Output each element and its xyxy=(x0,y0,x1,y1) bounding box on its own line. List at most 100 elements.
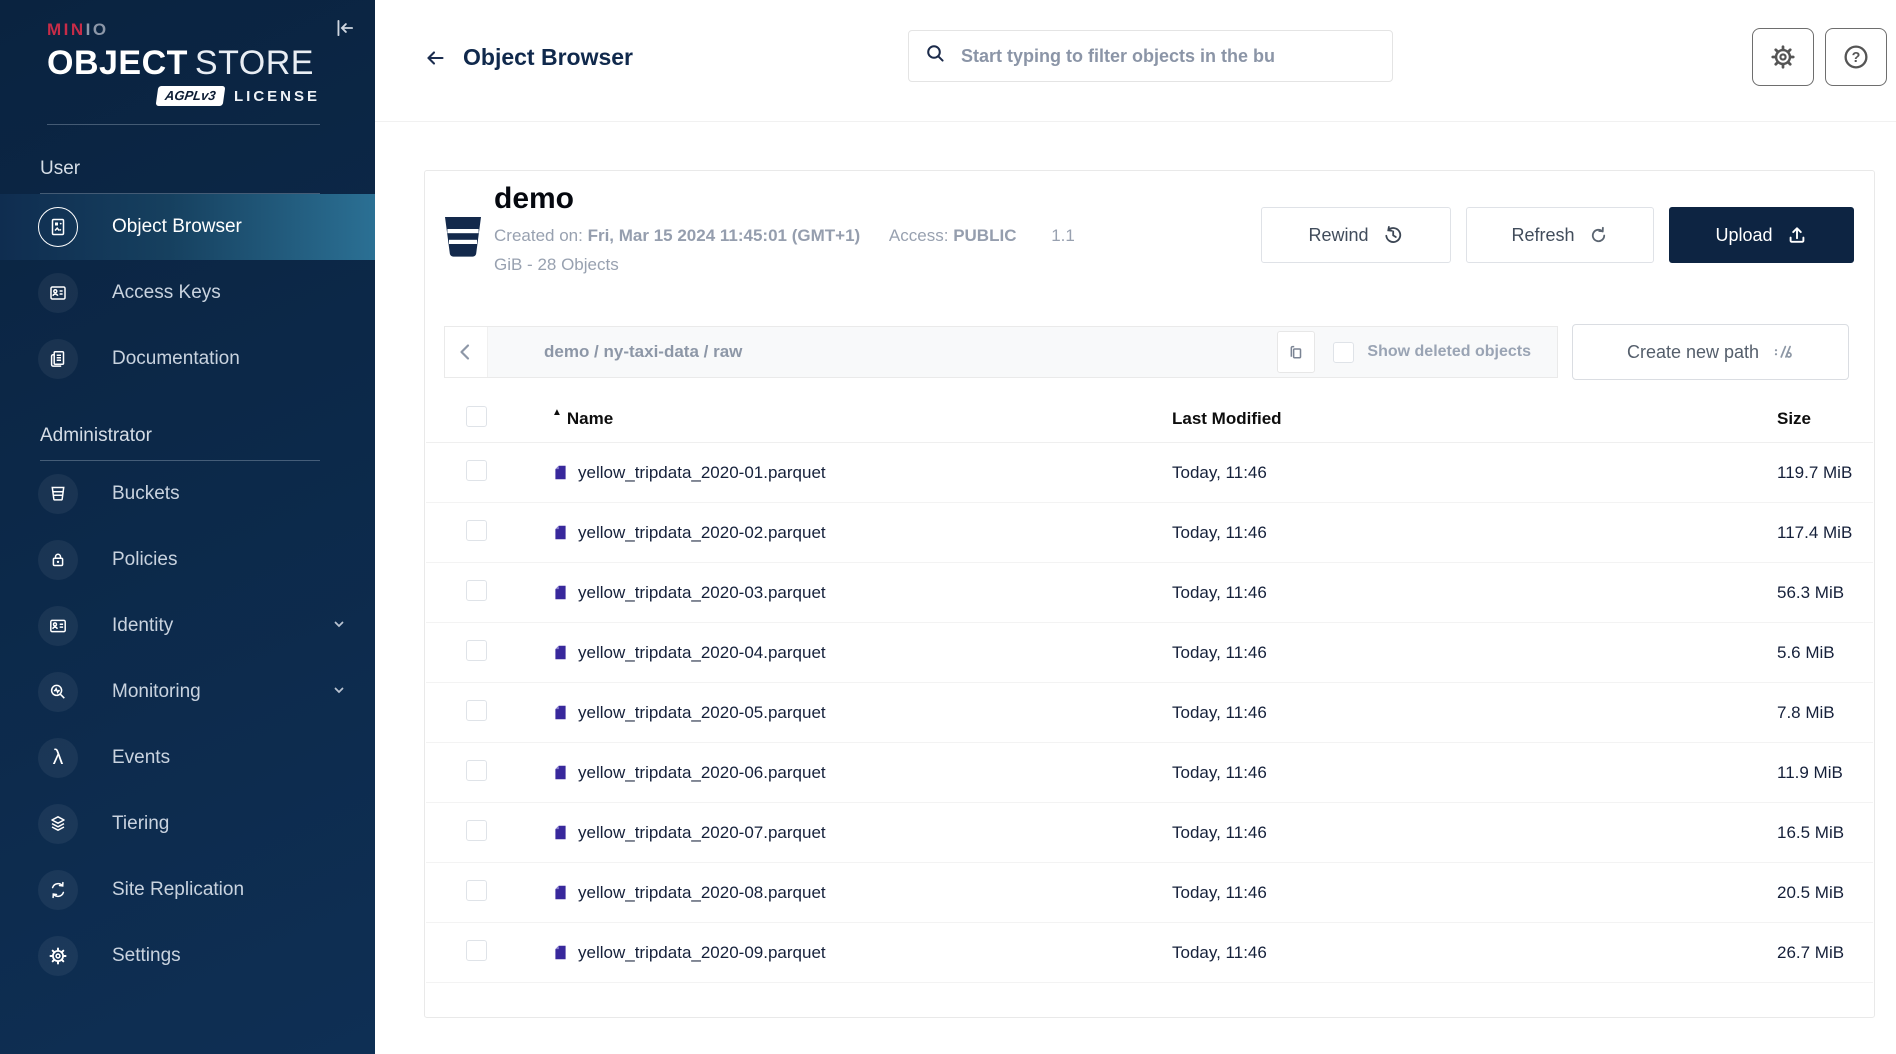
object-name[interactable]: yellow_tripdata_2020-02.parquet xyxy=(578,523,826,543)
select-all-checkbox[interactable] xyxy=(466,406,487,427)
object-modified: Today, 11:46 xyxy=(1146,523,1751,543)
product-name-bold: OBJECT xyxy=(47,44,188,82)
bucket-card: demo Created on: Fri, Mar 15 2024 11:45:… xyxy=(424,170,1875,1018)
sidebar-item-documentation[interactable]: Documentation xyxy=(0,326,375,392)
breadcrumb-back-button[interactable] xyxy=(445,327,488,377)
file-icon xyxy=(552,703,569,722)
object-size: 11.9 MiB xyxy=(1751,763,1873,783)
wordmark-gray: IO xyxy=(86,20,109,39)
column-header-size[interactable]: Size xyxy=(1751,409,1873,429)
help-button[interactable]: ? xyxy=(1825,28,1887,86)
object-modified: Today, 11:46 xyxy=(1146,643,1751,663)
file-icon xyxy=(552,943,569,962)
back-arrow-icon[interactable] xyxy=(423,47,447,69)
sidebar: MINIO OBJECTSTORE AGPLv3 LICENSE User Ob… xyxy=(0,0,375,1054)
sidebar-item-site-replication[interactable]: Site Replication xyxy=(0,857,375,923)
upload-label: Upload xyxy=(1715,225,1772,246)
row-checkbox[interactable] xyxy=(466,700,487,721)
sidebar-item-access-keys[interactable]: Access Keys xyxy=(0,260,375,326)
object-modified: Today, 11:46 xyxy=(1146,463,1751,483)
table-row[interactable]: yellow_tripdata_2020-08.parquet Today, 1… xyxy=(426,863,1873,923)
svg-text:?: ? xyxy=(1852,50,1861,66)
sidebar-item-tiering[interactable]: Tiering xyxy=(0,791,375,857)
object-name[interactable]: yellow_tripdata_2020-07.parquet xyxy=(578,823,826,843)
upload-button[interactable]: Upload xyxy=(1669,207,1854,263)
table-row[interactable]: yellow_tripdata_2020-07.parquet Today, 1… xyxy=(426,803,1873,863)
column-header-last-modified[interactable]: Last Modified xyxy=(1146,409,1751,429)
chevron-down-icon[interactable] xyxy=(331,682,347,703)
table-header: ▲ Name Last Modified Size xyxy=(426,395,1873,443)
table-row[interactable]: yellow_tripdata_2020-06.parquet Today, 1… xyxy=(426,743,1873,803)
show-deleted-toggle[interactable]: Show deleted objects xyxy=(1333,342,1531,363)
settings-button[interactable] xyxy=(1752,28,1814,86)
row-checkbox[interactable] xyxy=(466,880,487,901)
row-checkbox[interactable] xyxy=(466,460,487,481)
show-deleted-label: Show deleted objects xyxy=(1367,343,1531,361)
row-checkbox[interactable] xyxy=(466,520,487,541)
bucket-size-rest: GiB - 28 Objects xyxy=(494,255,1075,275)
chevron-down-icon[interactable] xyxy=(331,616,347,637)
bucket-actions: Rewind Refresh Upload xyxy=(1261,207,1854,263)
product-name: OBJECTSTORE xyxy=(47,45,375,81)
table-row[interactable]: yellow_tripdata_2020-02.parquet Today, 1… xyxy=(426,503,1873,563)
sidebar-item-buckets[interactable]: Buckets xyxy=(0,461,375,527)
column-header-name[interactable]: ▲ Name xyxy=(526,409,1146,429)
show-deleted-checkbox[interactable] xyxy=(1333,342,1354,363)
breadcrumb-strip: demo / ny-taxi-data / raw Show deleted o… xyxy=(444,326,1558,378)
object-filter xyxy=(908,30,1393,82)
copy-path-button[interactable] xyxy=(1277,331,1315,373)
sidebar-item-policies[interactable]: Policies xyxy=(0,527,375,593)
sidebar-item-settings[interactable]: Settings xyxy=(0,923,375,989)
breadcrumb[interactable]: demo / ny-taxi-data / raw xyxy=(544,342,1277,362)
table-row[interactable]: yellow_tripdata_2020-09.parquet Today, 1… xyxy=(426,923,1873,983)
sidebar-item-monitoring[interactable]: Monitoring xyxy=(0,659,375,725)
row-checkbox[interactable] xyxy=(466,640,487,661)
table-row[interactable]: yellow_tripdata_2020-05.parquet Today, 1… xyxy=(426,683,1873,743)
search-input[interactable] xyxy=(959,45,1376,68)
created-label: Created on: xyxy=(494,226,583,245)
bucket-name: demo xyxy=(494,181,1075,217)
object-name[interactable]: yellow_tripdata_2020-03.parquet xyxy=(578,583,826,603)
refresh-button[interactable]: Refresh xyxy=(1466,207,1654,263)
sidebar-item-identity[interactable]: Identity xyxy=(0,593,375,659)
sidebar-item-label: Access Keys xyxy=(112,282,221,304)
object-modified: Today, 11:46 xyxy=(1146,703,1751,723)
refresh-label: Refresh xyxy=(1511,225,1574,246)
table-row[interactable]: yellow_tripdata_2020-01.parquet Today, 1… xyxy=(426,443,1873,503)
sidebar-item-events[interactable]: λ Events xyxy=(0,725,375,791)
refresh-icon xyxy=(1588,225,1609,246)
upload-icon xyxy=(1786,224,1808,246)
sidebar-collapse-icon[interactable] xyxy=(329,12,361,47)
create-new-path-button[interactable]: Create new path xyxy=(1572,324,1849,380)
object-name[interactable]: yellow_tripdata_2020-01.parquet xyxy=(578,463,826,483)
table-row[interactable]: yellow_tripdata_2020-03.parquet Today, 1… xyxy=(426,563,1873,623)
table-row[interactable]: yellow_tripdata_2020-04.parquet Today, 1… xyxy=(426,623,1873,683)
row-checkbox[interactable] xyxy=(466,940,487,961)
create-new-path-label: Create new path xyxy=(1627,342,1759,363)
minio-console: MINIO OBJECTSTORE AGPLv3 LICENSE User Ob… xyxy=(0,0,1896,1054)
sort-asc-icon: ▲ xyxy=(552,407,562,418)
object-name[interactable]: yellow_tripdata_2020-06.parquet xyxy=(578,763,826,783)
license-label: LICENSE xyxy=(234,88,320,105)
sidebar-item-object-browser[interactable]: Object Browser xyxy=(0,194,375,260)
access-keys-icon xyxy=(38,273,78,313)
row-checkbox[interactable] xyxy=(466,760,487,781)
lambda-icon: λ xyxy=(38,738,78,778)
license-row: AGPLv3 LICENSE xyxy=(47,86,375,106)
monitoring-icon xyxy=(38,672,78,712)
identity-icon xyxy=(38,606,78,646)
sidebar-item-label: Site Replication xyxy=(112,879,244,901)
main-area: Object Browser ? demo xyxy=(375,0,1896,1054)
rewind-clock-icon xyxy=(1382,224,1404,246)
object-name[interactable]: yellow_tripdata_2020-05.parquet xyxy=(578,703,826,723)
object-size: 20.5 MiB xyxy=(1751,883,1873,903)
object-name[interactable]: yellow_tripdata_2020-08.parquet xyxy=(578,883,826,903)
object-size: 117.4 MiB xyxy=(1751,523,1873,543)
object-name[interactable]: yellow_tripdata_2020-09.parquet xyxy=(578,943,826,963)
row-checkbox[interactable] xyxy=(466,580,487,601)
row-checkbox[interactable] xyxy=(466,820,487,841)
gear-icon xyxy=(38,936,78,976)
rewind-button[interactable]: Rewind xyxy=(1261,207,1451,263)
object-modified: Today, 11:46 xyxy=(1146,583,1751,603)
object-name[interactable]: yellow_tripdata_2020-04.parquet xyxy=(578,643,826,663)
